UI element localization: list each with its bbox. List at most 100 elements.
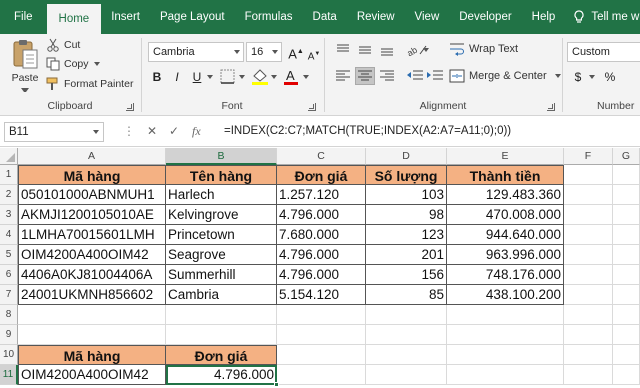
empty-cell[interactable] [564,185,613,205]
empty-cell[interactable] [277,325,366,345]
row-header[interactable]: 8 [0,305,18,325]
orientation-button[interactable]: ab [405,41,429,59]
empty-cell[interactable] [564,365,613,385]
row-header[interactable]: 3 [0,205,18,225]
currency-format-button[interactable]: $ [571,68,585,86]
empty-cell[interactable] [613,185,640,205]
empty-cell[interactable] [564,225,613,245]
cell-don-gia[interactable]: 7.680.000 [277,225,366,245]
row-header[interactable]: 5 [0,245,18,265]
underline-button[interactable]: U [188,68,206,86]
column-header-g[interactable]: G [613,148,640,165]
empty-cell[interactable] [366,325,447,345]
empty-cell[interactable] [613,225,640,245]
cell-so-luong[interactable]: 123 [366,225,447,245]
cancel-icon[interactable]: ✕ [147,124,157,138]
lookup-header-ma-hang[interactable]: Mã hàng [18,345,166,365]
cell-so-luong[interactable]: 85 [366,285,447,305]
grow-font-button[interactable]: A▲ [287,43,305,61]
cell-ten-hang[interactable]: Harlech [166,185,277,205]
header-cell-so-luong[interactable]: Số lượng [366,165,447,185]
cell-ten-hang[interactable]: Cambria [166,285,277,305]
empty-cell[interactable] [613,345,640,365]
italic-button[interactable]: I [168,68,186,86]
empty-cell[interactable] [277,345,366,365]
tab-home[interactable]: Home [46,4,102,34]
cell-don-gia[interactable]: 1.257.120 [277,185,366,205]
wrap-text-button[interactable]: Wrap Text [449,42,518,56]
empty-cell[interactable] [447,345,564,365]
column-header-e[interactable]: E [447,148,564,165]
cell-so-luong[interactable]: 98 [366,205,447,225]
empty-cell[interactable] [447,305,564,325]
empty-cell[interactable] [366,305,447,325]
empty-cell[interactable] [366,345,447,365]
percent-format-button[interactable]: % [601,68,619,86]
cell-ten-hang[interactable]: Princetown [166,225,277,245]
align-left-button[interactable] [333,67,353,85]
cell-don-gia[interactable]: 4.796.000 [277,245,366,265]
tab-page-layout[interactable]: Page Layout [150,0,235,34]
shrink-font-button[interactable]: A▼ [305,45,323,63]
empty-cell[interactable] [613,205,640,225]
font-color-button[interactable]: A [282,68,314,86]
align-middle-button[interactable] [355,41,375,59]
fill-color-button[interactable] [250,68,280,86]
empty-cell[interactable] [18,305,166,325]
alignment-dialog-launcher[interactable] [547,103,555,111]
column-header-c[interactable]: C [277,148,366,165]
tab-help[interactable]: Help [522,0,566,34]
merge-center-button[interactable]: Merge & Center [449,69,561,83]
empty-cell[interactable] [277,365,366,385]
column-header-a[interactable]: A [18,148,166,165]
font-size-select[interactable]: 16 [246,42,282,62]
empty-cell[interactable] [564,285,613,305]
cell-don-gia[interactable]: 4.796.000 [277,265,366,285]
cell-don-gia[interactable]: 4.796.000 [277,205,366,225]
empty-cell[interactable] [564,245,613,265]
column-header-f[interactable]: F [564,148,613,165]
copy-button[interactable]: Copy [46,57,100,71]
cell-thanh-tien[interactable]: 944.640.000 [447,225,564,245]
cell-ma-hang[interactable]: AKMJI1200105010AE [18,205,166,225]
bold-button[interactable]: B [148,68,166,86]
paste-button[interactable] [10,38,40,73]
copy-dropdown-arrow[interactable] [93,62,100,66]
row-header[interactable]: 11 [0,365,18,385]
lookup-price-cell[interactable]: 4.796.000 [166,365,277,385]
tab-data[interactable]: Data [303,0,347,34]
lookup-header-don-gia[interactable]: Đơn giá [166,345,277,365]
empty-cell[interactable] [613,325,640,345]
header-cell-thanh-tien[interactable]: Thành tiền [447,165,564,185]
font-name-select[interactable]: Cambria [148,42,244,62]
align-right-button[interactable] [377,67,397,85]
cell-thanh-tien[interactable]: 129.483.360 [447,185,564,205]
row-header[interactable]: 10 [0,345,18,365]
format-painter-button[interactable]: Format Painter [46,77,133,91]
tab-developer[interactable]: Developer [449,0,521,34]
cell-ten-hang[interactable]: Summerhill [166,265,277,285]
tab-review[interactable]: Review [347,0,405,34]
empty-cell[interactable] [166,305,277,325]
empty-cell[interactable] [613,365,640,385]
cell-ma-hang[interactable]: 4406A0KJ81004406A [18,265,166,285]
cell-thanh-tien[interactable]: 470.008.000 [447,205,564,225]
lookup-code-cell[interactable]: OIM4200A400OIM42 [18,365,166,385]
empty-cell[interactable] [564,205,613,225]
insert-function-icon[interactable]: fx [192,124,201,139]
clipboard-dialog-launcher[interactable] [126,103,134,111]
empty-cell[interactable] [564,165,613,185]
empty-cell[interactable] [613,245,640,265]
cell-ten-hang[interactable]: Kelvingrove [166,205,277,225]
cell-thanh-tien[interactable]: 963.996.000 [447,245,564,265]
tab-file[interactable]: File [0,0,47,34]
tell-me-search[interactable]: Tell me wh [565,9,640,25]
empty-cell[interactable] [613,305,640,325]
underline-dropdown-arrow[interactable] [207,75,213,79]
row-header[interactable]: 7 [0,285,18,305]
empty-cell[interactable] [447,365,564,385]
empty-cell[interactable] [564,305,613,325]
select-all-corner[interactable] [0,148,18,165]
header-cell-ten-hang[interactable]: Tên hàng [166,165,277,185]
formula-input[interactable]: =INDEX(C2:C7;MATCH(TRUE;INDEX(A2:A7=A11;… [224,125,511,137]
